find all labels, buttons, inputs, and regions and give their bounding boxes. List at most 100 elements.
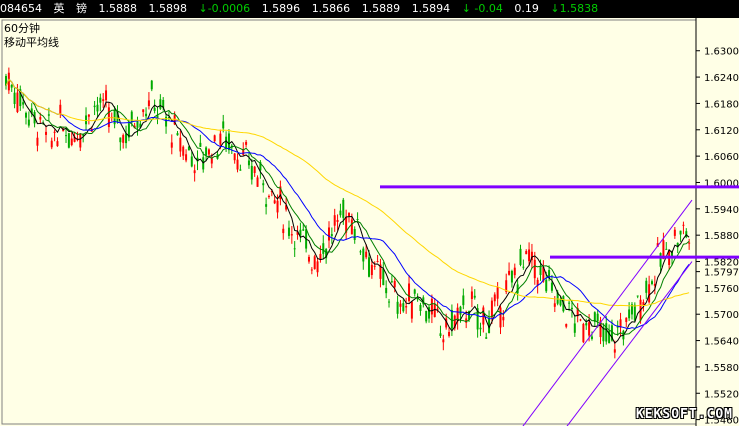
change2-value: ↓ -0.04 (461, 2, 503, 15)
candle-body (585, 323, 588, 326)
candle-body (382, 268, 385, 286)
candle-body (256, 177, 259, 187)
candle-body (533, 259, 536, 279)
high-value: 1.5898 (148, 2, 188, 15)
candle-body (225, 136, 228, 149)
candle-body (93, 105, 96, 108)
candle-body (442, 339, 445, 343)
candle-body (570, 307, 573, 310)
candle-body (613, 349, 616, 353)
ask-value: ↓1.5838 (550, 2, 599, 15)
candle-body (396, 301, 399, 314)
candle-body (459, 306, 462, 315)
candle-body (362, 248, 365, 262)
candle-body (539, 266, 542, 276)
candle-body (365, 251, 368, 258)
candle-body (213, 135, 216, 142)
candle-body (522, 266, 525, 268)
candle-body (339, 210, 342, 216)
candle-body (99, 97, 102, 103)
candle-body (190, 156, 193, 167)
low-value: 1.5866 (311, 2, 351, 15)
candle-body (319, 253, 322, 260)
candle-body (659, 253, 662, 267)
candle-body (267, 196, 270, 198)
candle-body (390, 281, 393, 283)
candle-body (290, 234, 293, 236)
candle-body (107, 107, 110, 128)
candle-body (316, 261, 319, 273)
candle-body (47, 114, 50, 116)
candle-body (645, 280, 648, 293)
y-tick-label: 1.5640 (704, 337, 739, 348)
price-chart[interactable]: 1.63001.62401.61801.61201.60601.60001.59… (0, 18, 739, 426)
candle-body (27, 119, 30, 126)
y-tick-label: 1.5580 (704, 363, 739, 374)
candle-body (673, 229, 676, 236)
candle-body (688, 242, 691, 244)
candle-body (253, 166, 256, 173)
candle-body (96, 104, 99, 112)
candle-body (105, 90, 108, 101)
candle-body (473, 295, 476, 298)
candle-body (153, 107, 156, 111)
candle-body (636, 295, 639, 297)
candle-body (25, 112, 28, 118)
candle-body (370, 264, 373, 276)
candle-body (448, 331, 451, 336)
y-tick-label: 1.6180 (704, 99, 739, 110)
candle-body (419, 304, 422, 311)
candle-body (496, 287, 499, 299)
candle-body (125, 133, 128, 144)
candle-body (70, 138, 73, 146)
y-tick-label: 1.5520 (704, 389, 739, 400)
candle-body (385, 287, 388, 294)
bid-value: 1.5894 (411, 2, 451, 15)
candle-body (245, 141, 248, 145)
y-tick-label: 1.6120 (704, 126, 739, 137)
candle-body (50, 140, 53, 148)
candle-body (282, 228, 285, 234)
y-tick-label: 1.5797 (704, 268, 739, 279)
candle-body (579, 319, 582, 321)
candle-body (413, 289, 416, 294)
candle-body (13, 92, 16, 104)
candle-body (287, 227, 290, 236)
candle-body (648, 284, 651, 303)
candle-body (330, 234, 333, 236)
candle-body (350, 219, 353, 235)
candle-body (665, 248, 668, 250)
candle-body (568, 302, 571, 304)
candle-body (356, 218, 359, 220)
candle-body (45, 131, 48, 135)
candle-body (136, 121, 139, 128)
candle-body (502, 316, 505, 321)
quote-bar: 084654 英 镑 1.5888 1.5898 ↓-0.0006 1.5896… (0, 0, 739, 18)
y-tick-label: 1.6060 (704, 152, 739, 163)
candle-body (265, 204, 268, 207)
candle-body (633, 304, 636, 321)
candle-body (130, 111, 133, 123)
candle-body (185, 154, 188, 161)
candle-body (165, 116, 168, 127)
candle-body (193, 170, 196, 174)
candle-body (199, 142, 202, 147)
candle-body (145, 113, 148, 117)
candle-body (236, 159, 239, 170)
chart-window: 084654 英 镑 1.5888 1.5898 ↓-0.0006 1.5896… (0, 0, 739, 426)
candle-body (233, 153, 236, 161)
candle-body (625, 317, 628, 322)
candle-body (493, 294, 496, 302)
candle-body (450, 309, 453, 329)
y-tick-label: 1.6300 (704, 47, 739, 58)
candle-body (150, 80, 153, 90)
instrument-name-2: 镑 (76, 2, 87, 15)
candle-body (525, 250, 528, 255)
open-value: 1.5888 (98, 2, 138, 15)
candle-body (559, 299, 562, 306)
candle-body (348, 212, 350, 217)
candle-body (376, 261, 379, 263)
candle-body (682, 224, 685, 226)
candle-body (322, 243, 325, 254)
candle-body (327, 227, 330, 241)
